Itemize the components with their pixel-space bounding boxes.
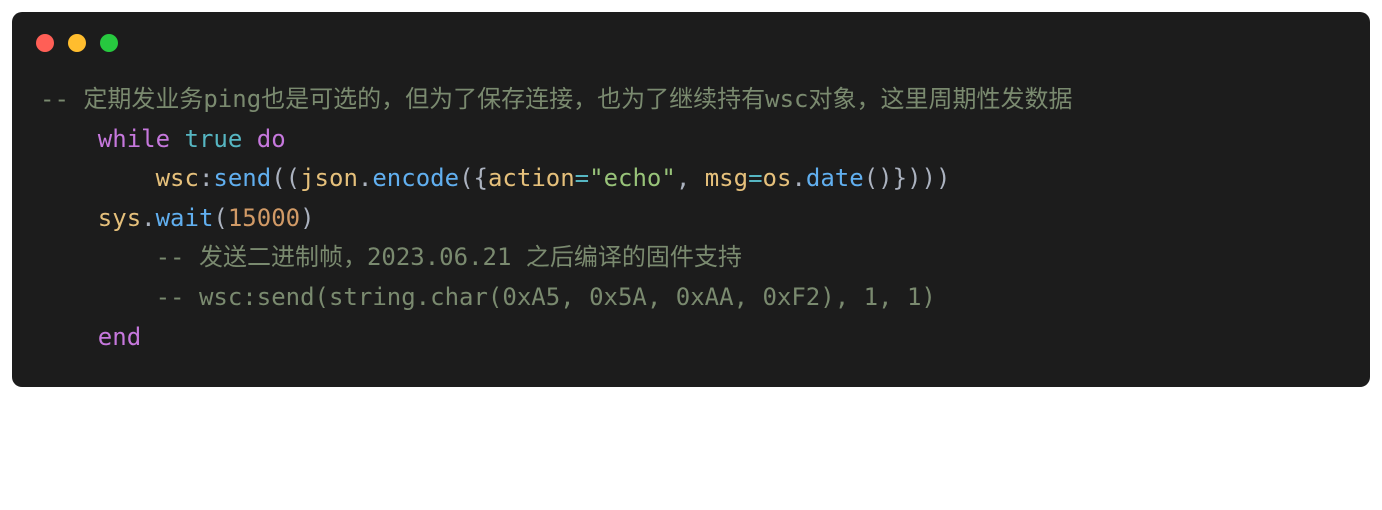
minimize-icon[interactable] [68,34,86,52]
string-echo: "echo" [589,164,676,192]
keyword-end: end [98,323,141,351]
ident-os: os [763,164,792,192]
func-send: send [213,164,271,192]
window-controls [12,12,1370,60]
keyword-while: while [98,125,170,153]
keyword-true: true [185,125,243,153]
keyword-do: do [257,125,286,153]
code-window: -- 定期发业务ping也是可选的，但为了保存连接，也为了继续持有wsc对象，这… [12,12,1370,387]
func-wait: wait [156,204,214,232]
func-date: date [806,164,864,192]
func-encode: encode [372,164,459,192]
ident-sys: sys [98,204,141,232]
key-action: action [488,164,575,192]
code-comment: -- wsc:send(string.char(0xA5, 0x5A, 0xAA… [156,283,936,311]
close-icon[interactable] [36,34,54,52]
code-comment: -- 发送二进制帧，2023.06.21 之后编译的固件支持 [156,243,742,271]
ident-wsc: wsc [156,164,199,192]
key-msg: msg [705,164,748,192]
ident-json: json [300,164,358,192]
maximize-icon[interactable] [100,34,118,52]
number-15000: 15000 [228,204,300,232]
code-comment: -- 定期发业务ping也是可选的，但为了保存连接，也为了继续持有wsc对象，这… [40,85,1073,113]
code-body: -- 定期发业务ping也是可选的，但为了保存连接，也为了继续持有wsc对象，这… [12,60,1370,387]
